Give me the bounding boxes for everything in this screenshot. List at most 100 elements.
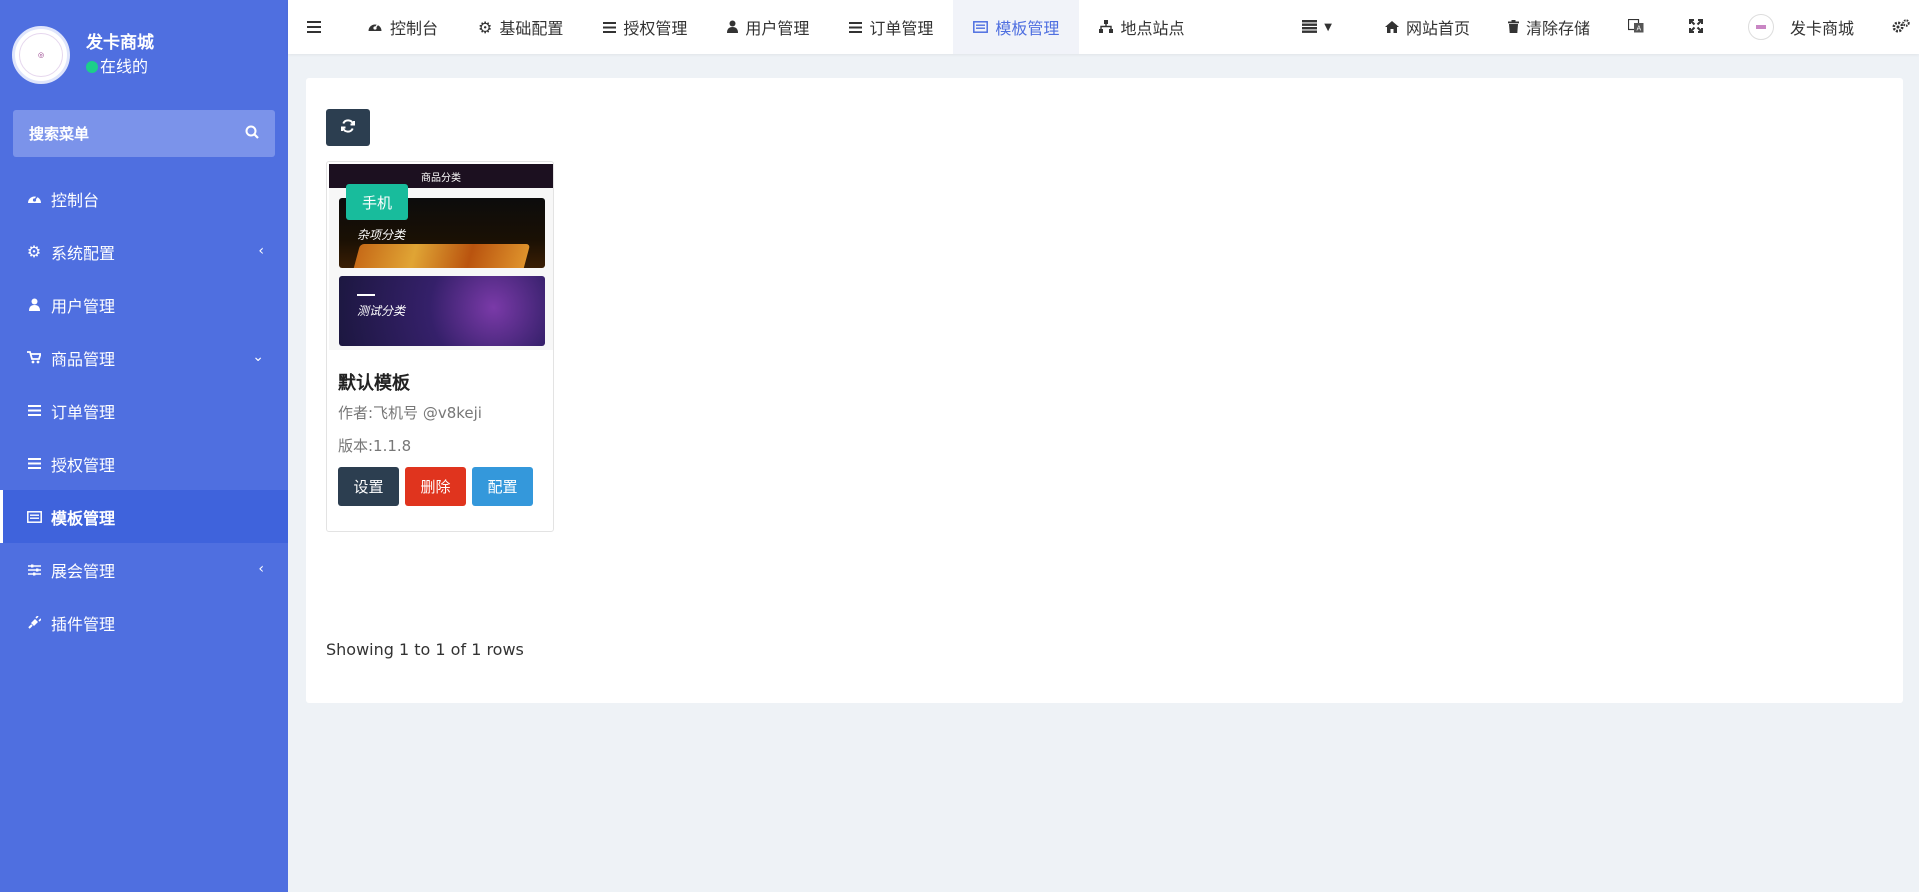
preview-caption: 杂项分类 <box>357 228 406 242</box>
tab-locations[interactable]: 地点站点 <box>1079 0 1204 54</box>
sidebar-item-products[interactable]: 商品管理 ⌄ <box>0 331 288 384</box>
sidebar-item-label: 订单管理 <box>51 402 116 422</box>
gear-icon: ⚙ <box>26 242 42 261</box>
user-icon <box>26 297 42 313</box>
template-icon <box>973 18 995 37</box>
sidebar-item-dashboard[interactable]: 控制台 <box>0 172 288 225</box>
chevron-left-icon: ‹ <box>258 243 264 259</box>
preview-caption: 测试分类 <box>357 304 406 318</box>
language-icon: A <box>1627 18 1651 37</box>
sidebar-item-orders[interactable]: 订单管理 <box>0 384 288 437</box>
sidebar-menu: 控制台 ⚙ 系统配置 ‹ 用户管理 商品管理 ⌄ 订单管理 授权管理 模板管理 <box>0 172 288 649</box>
site-home-label: 网站首页 <box>1405 19 1470 38</box>
template-card: 商品分类 杂项分类 测试分类 手机 默认模板 作者:飞机号 @v8keji 版本… <box>326 161 554 532</box>
plug-icon <box>26 615 42 631</box>
trash-icon <box>1507 18 1526 37</box>
settings-button[interactable] <box>1873 0 1919 54</box>
sidebar-item-label: 插件管理 <box>51 614 116 634</box>
sidebar-item-label: 模板管理 <box>51 508 116 528</box>
avatar[interactable]: ◎ <box>12 26 70 84</box>
delete-button[interactable]: 删除 <box>405 467 466 506</box>
user-name: 发卡商城 <box>86 33 154 53</box>
sidebar-item-label: 系统配置 <box>51 243 116 263</box>
account-name: 发卡商城 <box>1789 19 1854 38</box>
user-status: 在线的 <box>86 55 154 79</box>
cogs-icon <box>1892 18 1917 37</box>
list-icon <box>849 18 869 37</box>
sitemap-icon <box>1099 18 1120 37</box>
template-title: 默认模板 <box>338 373 410 394</box>
online-dot-icon <box>86 61 98 73</box>
config-button[interactable]: 配置 <box>472 467 533 506</box>
tab-users[interactable]: 用户管理 <box>707 0 829 54</box>
dashboard-icon <box>367 18 390 37</box>
sidebar-item-label: 商品管理 <box>51 349 116 369</box>
sidebar-item-authorization[interactable]: 授权管理 <box>0 437 288 490</box>
sidebar-item-system-config[interactable]: ⚙ 系统配置 ‹ <box>0 225 288 278</box>
gear-icon: ⚙ <box>478 17 493 37</box>
chevron-left-icon: ‹ <box>258 561 264 577</box>
layout-dropdown-button[interactable]: ▼ <box>1283 0 1366 54</box>
tab-basic-config[interactable]: ⚙ 基础配置 <box>458 0 583 54</box>
list-icon <box>603 18 623 37</box>
caret-down-icon: ▼ <box>1324 21 1332 33</box>
content-panel: 商品分类 杂项分类 测试分类 手机 默认模板 作者:飞机号 @v8keji 版本… <box>306 78 1903 703</box>
top-navbar: 控制台 ⚙ 基础配置 授权管理 用户管理 订单管理 模板管理 地点站点 ▼ 网站… <box>288 0 1919 54</box>
tab-dashboard[interactable]: 控制台 <box>347 0 458 54</box>
user-icon <box>727 18 745 37</box>
sliders-icon <box>26 562 42 578</box>
sidebar-item-templates[interactable]: 模板管理 <box>0 490 288 543</box>
device-badge: 手机 <box>346 184 408 220</box>
tab-authorization[interactable]: 授权管理 <box>583 0 707 54</box>
dashboard-icon <box>26 191 42 207</box>
tab-label: 地点站点 <box>1120 19 1185 38</box>
hamburger-icon <box>307 18 328 37</box>
caption-dash <box>357 294 375 296</box>
template-author: 作者:飞机号 @v8keji <box>338 404 482 422</box>
language-button[interactable]: A <box>1609 0 1670 54</box>
list-icon <box>26 456 42 472</box>
home-icon <box>1384 18 1406 37</box>
pagination-info: Showing 1 to 1 of 1 rows <box>326 640 524 659</box>
tab-label: 控制台 <box>390 19 439 38</box>
sidebar-item-label: 用户管理 <box>51 296 116 316</box>
site-home-link[interactable]: 网站首页 <box>1366 0 1489 54</box>
tab-label: 模板管理 <box>995 19 1060 38</box>
flame-decoration <box>353 244 531 268</box>
account-menu[interactable]: 发卡商城 <box>1729 0 1873 54</box>
sidebar-item-users[interactable]: 用户管理 <box>0 278 288 331</box>
clear-cache-label: 清除存储 <box>1525 19 1590 38</box>
list-icon <box>26 403 42 419</box>
sidebar: ◎ 发卡商城 在线的 搜索菜单 控制台 ⚙ 系统配置 ‹ 用户管理 商品管理 ⌄… <box>0 0 288 892</box>
tab-templates[interactable]: 模板管理 <box>953 0 1080 54</box>
sidebar-item-plugins[interactable]: 插件管理 <box>0 596 288 649</box>
template-version: 版本:1.1.8 <box>338 437 412 455</box>
navbar-right: ▼ 网站首页 清除存储 A 发卡商城 <box>1283 0 1919 54</box>
svg-text:A: A <box>1636 25 1641 32</box>
sidebar-item-label: 授权管理 <box>51 455 116 475</box>
sidebar-item-label: 展会管理 <box>51 561 116 581</box>
search-icon[interactable] <box>245 124 259 143</box>
fullscreen-button[interactable] <box>1670 0 1729 54</box>
tab-label: 用户管理 <box>745 19 810 38</box>
logo-icon: ◎ <box>19 33 63 77</box>
template-icon <box>26 509 42 525</box>
avatar <box>1747 14 1774 40</box>
refresh-button[interactable] <box>326 109 370 146</box>
tab-label: 订单管理 <box>869 19 934 38</box>
tab-label: 授权管理 <box>623 19 688 38</box>
menu-search-placeholder: 搜索菜单 <box>29 125 90 143</box>
menu-search-input[interactable]: 搜索菜单 <box>13 110 275 157</box>
sidebar-toggle-button[interactable] <box>288 0 347 54</box>
sidebar-item-exhibitions[interactable]: 展会管理 ‹ <box>0 543 288 596</box>
user-info: 发卡商城 在线的 <box>86 31 154 79</box>
clear-cache-button[interactable]: 清除存储 <box>1489 0 1609 54</box>
chevron-down-icon: ⌄ <box>252 349 264 365</box>
list-icon <box>1302 18 1324 37</box>
settings-button[interactable]: 设置 <box>338 467 399 506</box>
tab-orders[interactable]: 订单管理 <box>829 0 953 54</box>
refresh-icon <box>341 118 355 137</box>
user-status-label: 在线的 <box>100 57 149 76</box>
preview-category-banner: 测试分类 <box>339 276 545 346</box>
cart-icon <box>26 350 42 366</box>
